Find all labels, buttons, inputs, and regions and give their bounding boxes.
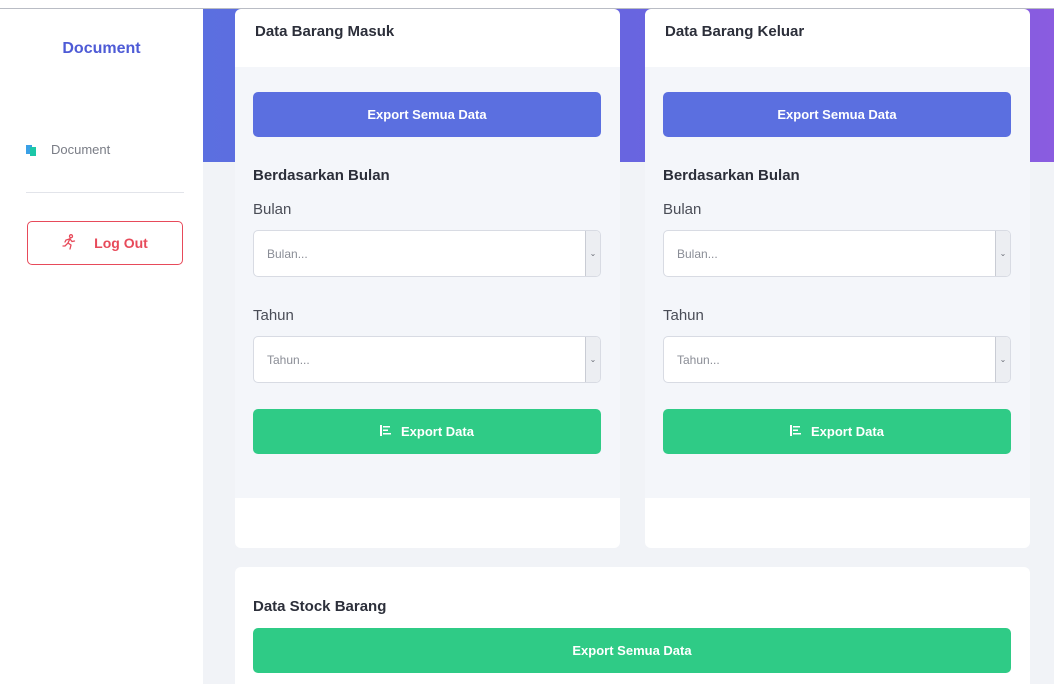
- card-barang-masuk: Data Barang Masuk Export Semua Data Berd…: [235, 9, 620, 548]
- card-stock-barang: Data Stock Barang Export Semua Data: [235, 567, 1030, 697]
- card-title: Data Barang Keluar: [665, 23, 805, 40]
- section-title: Berdasarkan Bulan: [663, 167, 800, 184]
- export-data-button[interactable]: Export Data: [663, 409, 1011, 454]
- sidebar-item-label: Document: [51, 142, 111, 157]
- export-data-label: Export Data: [811, 424, 884, 439]
- export-all-label: Export Semua Data: [572, 643, 692, 658]
- sidebar-brand[interactable]: Document: [0, 40, 203, 58]
- tahun-label: Tahun: [663, 307, 704, 324]
- tahun-select[interactable]: Tahun... ⌄: [253, 336, 601, 383]
- sidebar-divider: [26, 192, 184, 193]
- chevron-down-icon: ⌄: [995, 337, 1010, 382]
- list-icon: [380, 424, 392, 439]
- sidebar: Document Document Log Out: [0, 9, 203, 684]
- card-body: Export Semua Data Berdasarkan Bulan Bula…: [235, 67, 620, 498]
- export-all-stock-button[interactable]: Export Semua Data: [253, 628, 1011, 673]
- chevron-down-icon: ⌄: [585, 231, 600, 276]
- sidebar-item-document[interactable]: Document: [26, 142, 110, 157]
- card-body: Export Semua Data Berdasarkan Bulan Bula…: [645, 67, 1030, 498]
- export-all-button[interactable]: Export Semua Data: [253, 92, 601, 137]
- tahun-select[interactable]: Tahun... ⌄: [663, 336, 1011, 383]
- section-title: Berdasarkan Bulan: [253, 167, 390, 184]
- card-barang-keluar: Data Barang Keluar Export Semua Data Ber…: [645, 9, 1030, 548]
- list-icon: [790, 424, 802, 439]
- tahun-placeholder: Tahun...: [267, 352, 310, 367]
- bulan-placeholder: Bulan...: [677, 246, 718, 261]
- export-all-label: Export Semua Data: [367, 107, 487, 122]
- tahun-label: Tahun: [253, 307, 294, 324]
- running-person-icon: [62, 233, 76, 253]
- main-content: Data Barang Masuk Export Semua Data Berd…: [203, 9, 1054, 697]
- document-icon: [26, 144, 37, 156]
- bulan-select[interactable]: Bulan... ⌄: [663, 230, 1011, 277]
- bulan-select[interactable]: Bulan... ⌄: [253, 230, 601, 277]
- card-title: Data Barang Masuk: [255, 23, 395, 40]
- logout-label: Log Out: [94, 235, 148, 251]
- chevron-down-icon: ⌄: [995, 231, 1010, 276]
- tahun-placeholder: Tahun...: [677, 352, 720, 367]
- bulan-label: Bulan: [253, 201, 292, 218]
- chevron-down-icon: ⌄: [585, 337, 600, 382]
- export-all-label: Export Semua Data: [777, 107, 897, 122]
- bulan-placeholder: Bulan...: [267, 246, 308, 261]
- export-all-button[interactable]: Export Semua Data: [663, 92, 1011, 137]
- bulan-label: Bulan: [663, 201, 702, 218]
- export-data-button[interactable]: Export Data: [253, 409, 601, 454]
- logout-button[interactable]: Log Out: [27, 221, 183, 265]
- export-data-label: Export Data: [401, 424, 474, 439]
- card-title: Data Stock Barang: [253, 598, 387, 615]
